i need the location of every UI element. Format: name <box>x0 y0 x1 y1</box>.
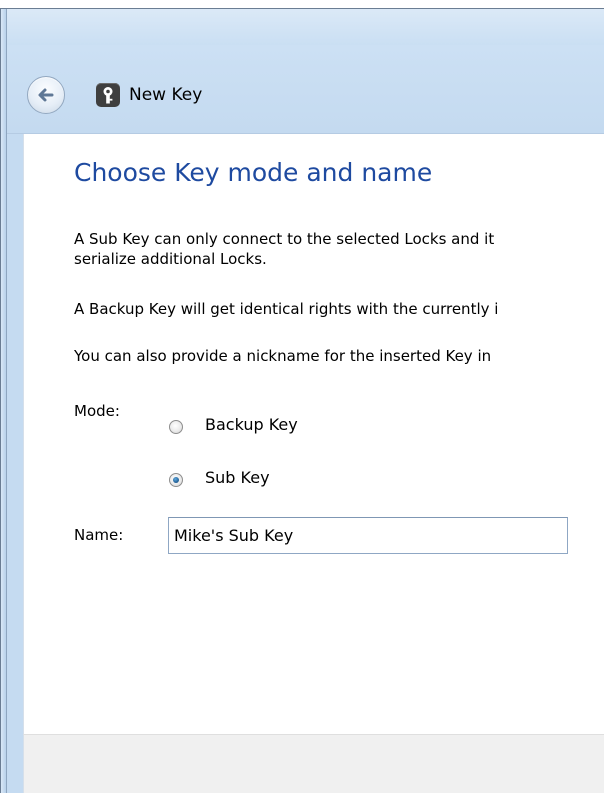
description-subkey-line1: A Sub Key can only connect to the select… <box>74 230 495 248</box>
sub-key-radio[interactable] <box>169 473 183 487</box>
key-icon <box>96 83 120 107</box>
window-title: New Key <box>129 85 203 105</box>
mode-label: Mode: <box>74 402 120 420</box>
back-button[interactable] <box>27 76 65 114</box>
back-arrow-icon <box>38 88 54 102</box>
sub-key-radio-label[interactable]: Sub Key <box>205 468 270 487</box>
footer-bar <box>23 734 604 793</box>
description-nickname: You can also provide a nickname for the … <box>74 347 492 365</box>
radio-selected-dot <box>173 477 179 483</box>
content-area <box>23 134 604 734</box>
backup-key-radio-label[interactable]: Backup Key <box>205 415 298 434</box>
page-heading: Choose Key mode and name <box>74 158 433 187</box>
title-bar <box>7 9 604 45</box>
top-strip <box>0 0 604 8</box>
name-label: Name: <box>74 526 124 544</box>
name-input[interactable] <box>168 517 568 554</box>
backup-key-radio[interactable] <box>169 420 183 434</box>
description-backup: A Backup Key will get identical rights w… <box>74 300 499 318</box>
description-subkey-line2: serialize additional Locks. <box>74 250 267 268</box>
